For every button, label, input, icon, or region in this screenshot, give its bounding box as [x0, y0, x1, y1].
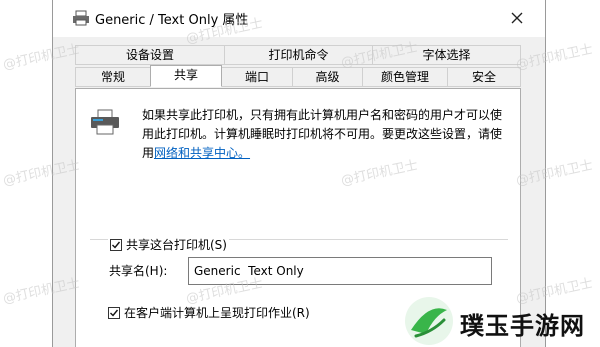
render-jobs-checkbox[interactable]	[108, 306, 120, 319]
tab-printer-commands[interactable]: 打印机命令	[224, 45, 373, 65]
share-name-label: 共享名(H):	[109, 264, 168, 278]
title-bar: Generic / Text Only 属性	[53, 0, 545, 37]
checkmark-icon	[112, 241, 121, 249]
share-name-input[interactable]	[188, 257, 492, 285]
brand-badge: 璞玉手游网	[402, 296, 600, 347]
network-center-link[interactable]: 网络和共享中心。	[154, 146, 250, 160]
sharing-info-text: 如果共享此打印机，只有拥有此计算机用户名和密码的用户才可以使用此打印机。计算机睡…	[142, 106, 510, 163]
share-printer-checkbox[interactable]	[110, 238, 122, 251]
printer-icon	[73, 10, 89, 26]
share-printer-label: 共享这台打印机(S)	[126, 238, 227, 252]
render-jobs-checkbox-row[interactable]: 在客户端计算机上呈现打印作业(R)	[108, 304, 310, 321]
close-icon[interactable]	[507, 8, 527, 28]
tab-font-selection[interactable]: 字体选择	[372, 45, 521, 65]
tab-strip: 设备设置 打印机命令 字体选择 常规 共享 端口 高级 颜色管理 安全	[75, 45, 521, 91]
tab-ports[interactable]: 端口	[221, 67, 293, 87]
brand-name: 璞玉手游网	[460, 312, 585, 340]
tab-general[interactable]: 常规	[75, 67, 151, 87]
brand-logo-icon	[405, 297, 453, 345]
tab-sharing[interactable]: 共享	[150, 65, 222, 87]
share-printer-checkbox-row[interactable]: 共享这台打印机(S)	[108, 236, 229, 253]
tab-color-management[interactable]: 颜色管理	[362, 67, 448, 87]
printer-icon	[91, 109, 119, 135]
tab-device-settings[interactable]: 设备设置	[75, 45, 225, 65]
window-title: Generic / Text Only 属性	[95, 13, 249, 28]
checkmark-icon	[110, 309, 119, 317]
properties-window: Generic / Text Only 属性 设备设置 打印机命令 字体选择 常…	[52, 0, 546, 347]
render-jobs-label: 在客户端计算机上呈现打印作业(R)	[124, 306, 310, 320]
tab-advanced[interactable]: 高级	[292, 67, 363, 87]
tab-security[interactable]: 安全	[447, 67, 521, 87]
